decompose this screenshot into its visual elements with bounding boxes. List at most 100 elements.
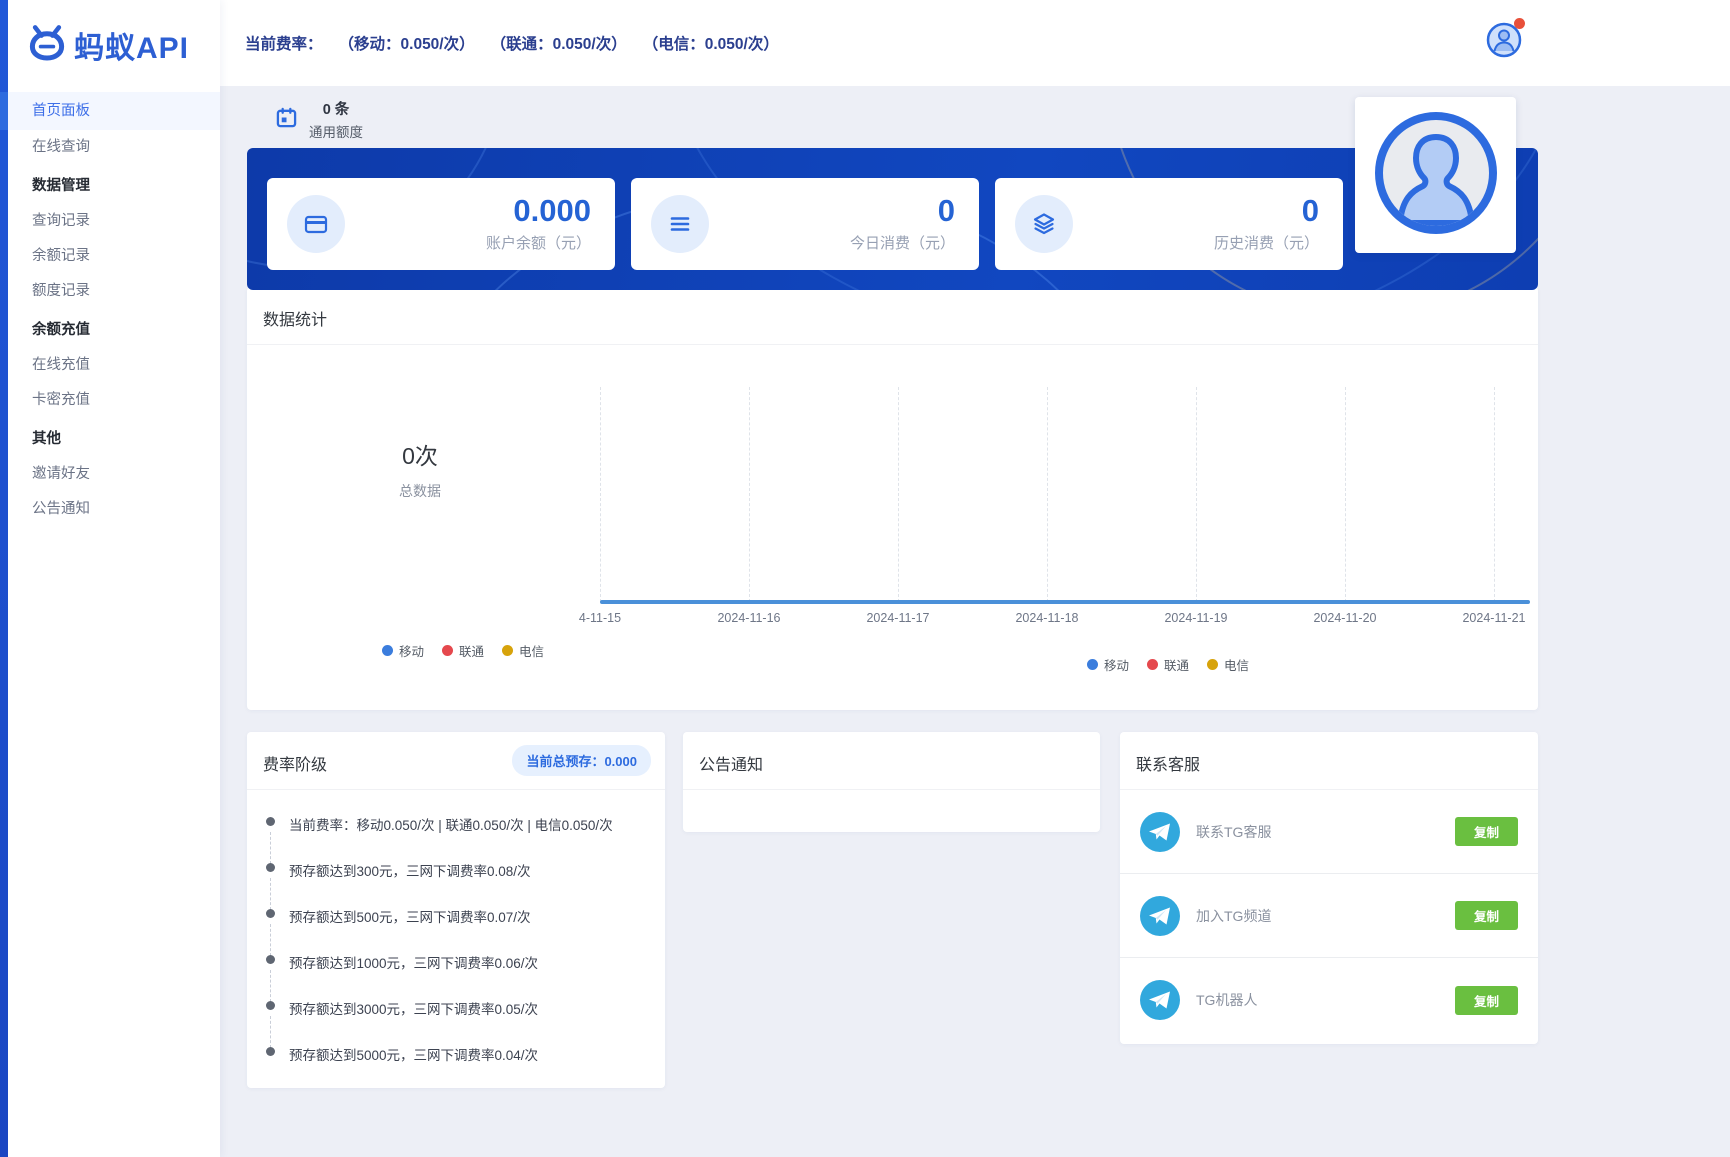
telegram-icon [1140,896,1180,936]
sidebar-item-online-recharge[interactable]: 在线充值 [8,348,220,383]
chart-legend-left: 移动 联通 电信 [382,641,544,660]
rate-unicom: （联通：0.050/次） [491,32,627,54]
x-axis-label: 2024-11-21 [1434,611,1554,625]
sidebar-item-invite-friends[interactable]: 邀请好友 [8,457,220,492]
x-axis-label: 2024-11-17 [838,611,958,625]
sidebar-accent-strip [0,0,8,1157]
tier-item: 当前费率：移动0.050/次 | 联通0.050/次 | 电信0.050/次 [247,812,665,858]
user-menu-button[interactable] [1486,22,1522,58]
general-quota: 0 条 通用额度 [276,98,363,141]
chart-gridline [749,387,750,602]
timeline-dot [266,1001,275,1010]
timeline-dot [266,863,275,872]
history-consumption-card: 0 历史消费（元） [995,178,1343,270]
sidebar-item-balance-records[interactable]: 余额记录 [8,239,220,274]
sidebar-menu: 首页面板 在线查询 数据管理 查询记录 余额记录 额度记录 余额充值 在线充值 … [8,92,220,527]
x-axis-label: 2024-11-18 [987,611,1107,625]
credit-card-icon [287,195,345,253]
total-prepaid-badge: 当前总预存：0.000 [512,745,651,776]
panel-title: 数据统计 [263,306,327,330]
rate-tiers-panel: 费率阶级 当前总预存：0.000 当前费率：移动0.050/次 | 联通0.05… [247,732,665,1088]
chart-gridline [898,387,899,602]
x-axis-label: 2024-11-16 [689,611,809,625]
legend-dot-yellow [1207,659,1218,670]
contact-row-tg-channel: 加入TG频道 复制 [1120,874,1538,958]
sidebar-item-home[interactable]: 首页面板 [8,92,220,130]
copy-button[interactable]: 复制 [1455,986,1518,1015]
panel-title: 公告通知 [699,751,763,775]
chart-gridline [1345,387,1346,602]
stats-banner: 0.000 账户余额（元） 0 今日消费（元） [247,148,1538,290]
current-rates: 当前费率： （移动：0.050/次） （联通：0.050/次） （电信：0.05… [245,0,779,86]
contact-row-tg-support: 联系TG客服 复制 [1120,790,1538,874]
timeline-dot [266,1047,275,1056]
sidebar-section-other: 其他 [8,422,220,457]
panel-title: 联系客服 [1136,751,1200,775]
panel-header: 联系客服 [1120,732,1538,790]
sidebar-item-quota-records[interactable]: 额度记录 [8,274,220,309]
panel-header: 公告通知 [683,732,1100,790]
x-axis-label: 2024-11-19 [1136,611,1256,625]
quota-count: 0 条 [323,98,350,119]
data-statistics-panel: 数据统计 0次 总数据 4-11-15 2024-11-16 2024-11-1… [247,287,1538,710]
legend-unicom[interactable]: 联通 [1147,655,1189,674]
sidebar: 蚂蚁API 首页面板 在线查询 数据管理 查询记录 余额记录 额度记录 余额充值… [0,0,220,1157]
list-icon [651,195,709,253]
active-indicator [0,92,8,130]
legend-dot-red [1147,659,1158,670]
account-balance-value: 0.000 [486,195,591,228]
profile-avatar-card [1355,97,1516,253]
timeline-dot [266,817,275,826]
rate-telecom: （电信：0.050/次） [643,32,779,54]
legend-unicom[interactable]: 联通 [442,641,484,660]
sidebar-item-online-query[interactable]: 在线查询 [8,130,220,165]
app-title: 蚂蚁API [74,23,189,67]
panel-title: 费率阶级 [263,751,327,775]
announcements-panel: 公告通知 [683,732,1100,832]
quota-label: 通用额度 [309,121,363,141]
sidebar-item-announcements[interactable]: 公告通知 [8,492,220,527]
tier-list: 当前费率：移动0.050/次 | 联通0.050/次 | 电信0.050/次 预… [247,812,665,1088]
layers-icon [1015,195,1073,253]
account-balance-label: 账户余额（元） [486,232,591,253]
sidebar-item-query-records[interactable]: 查询记录 [8,204,220,239]
main-content: 0 条 通用额度 0.000 账户余额（元） [220,86,1730,1157]
tier-item: 预存额达到5000元，三网下调费率0.04/次 [247,1042,665,1088]
contact-label: TG机器人 [1196,990,1257,1010]
tier-item: 预存额达到300元，三网下调费率0.08/次 [247,858,665,904]
chart-gridline [1494,387,1495,602]
chart-legend-center: 移动 联通 电信 [1087,655,1249,674]
legend-telecom[interactable]: 电信 [1207,655,1249,674]
tier-item: 预存额达到500元，三网下调费率0.07/次 [247,904,665,950]
today-consumption-value: 0 [850,195,955,228]
legend-mobile[interactable]: 移动 [1087,655,1129,674]
legend-dot-blue [382,645,393,656]
sidebar-item-card-recharge[interactable]: 卡密充值 [8,383,220,418]
panel-header: 数据统计 [247,287,1538,345]
telegram-icon [1140,980,1180,1020]
sidebar-section-recharge: 余额充值 [8,313,220,348]
badge-value: 0.000 [604,754,637,769]
contact-row-tg-bot: TG机器人 复制 [1120,958,1538,1042]
copy-button[interactable]: 复制 [1455,901,1518,930]
chart-gridline [1047,387,1048,602]
total-label: 总数据 [375,481,465,501]
history-consumption-label: 历史消费（元） [1214,232,1319,253]
avatar [1374,111,1498,240]
legend-telecom[interactable]: 电信 [502,641,544,660]
legend-dot-blue [1087,659,1098,670]
rates-label: 当前费率： [245,32,323,54]
calendar-icon [276,107,297,133]
chart-zero-line [600,600,1530,604]
x-axis-label: 2024-11-20 [1285,611,1405,625]
timeline-dot [266,955,275,964]
app-logo[interactable]: 蚂蚁API [26,22,189,67]
panel-header: 费率阶级 当前总预存：0.000 [247,732,665,790]
chart-gridline [600,387,601,602]
copy-button[interactable]: 复制 [1455,817,1518,846]
history-consumption-value: 0 [1214,195,1319,228]
legend-mobile[interactable]: 移动 [382,641,424,660]
contact-label: 联系TG客服 [1196,822,1271,842]
ant-logo-icon [26,22,68,67]
today-consumption-label: 今日消费（元） [850,232,955,253]
